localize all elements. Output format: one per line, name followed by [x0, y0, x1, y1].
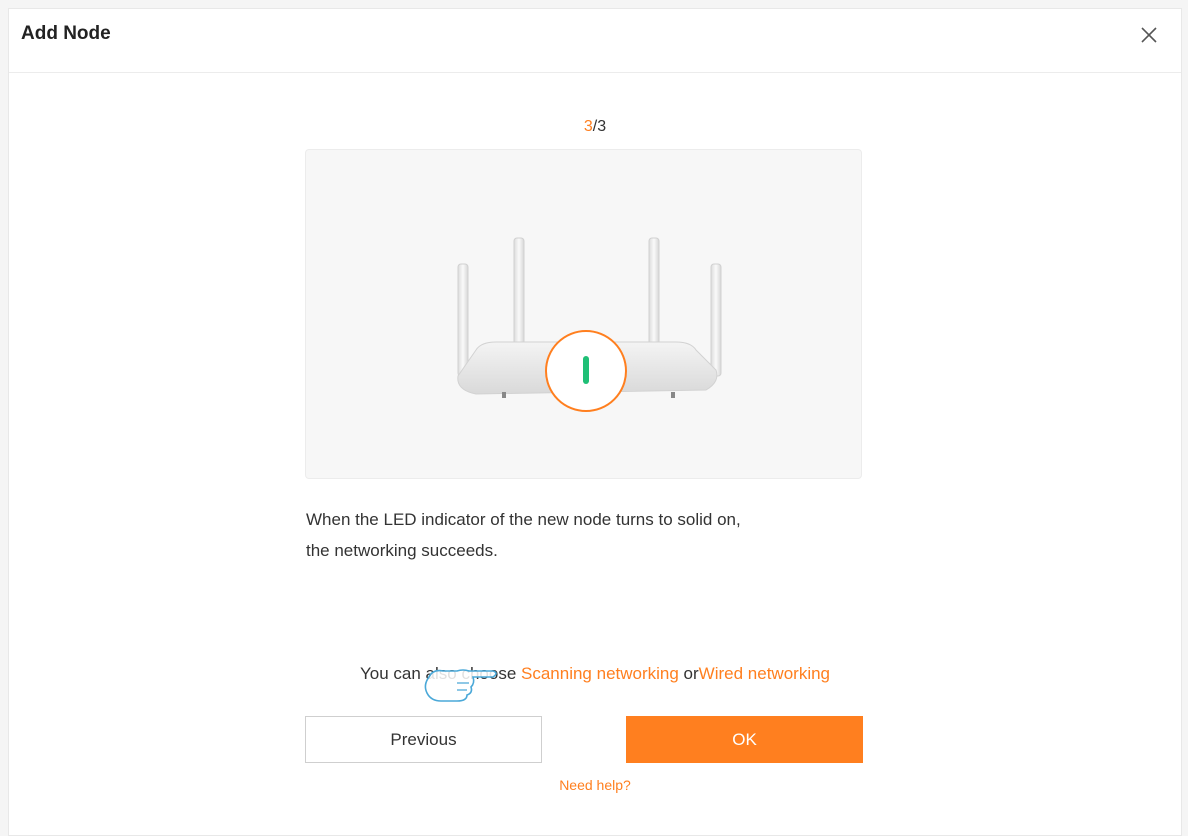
step-total: /3 — [592, 118, 607, 135]
step-current: 3 — [583, 118, 593, 135]
close-icon[interactable] — [1137, 23, 1161, 47]
router-led-icon — [457, 237, 722, 412]
pointing-hand-icon — [417, 659, 499, 708]
need-help-link[interactable]: Need help? — [9, 777, 1181, 793]
wired-networking-link[interactable]: Wired networking — [699, 664, 830, 683]
router-illustration — [305, 149, 862, 479]
ok-button[interactable]: OK — [626, 716, 863, 763]
instruction-line-2: the networking succeeds. — [306, 541, 498, 560]
alternative-or: or — [678, 664, 699, 683]
previous-button[interactable]: Previous — [305, 716, 542, 763]
scanning-networking-link[interactable]: Scanning networking — [521, 664, 679, 683]
dialog-header: Add Node — [9, 9, 1181, 73]
alternative-methods: You can also choose Scanning networking … — [9, 664, 1181, 684]
add-node-dialog: Add Node 3/3 When the LED indicator of t… — [8, 8, 1182, 836]
step-indicator: 3/3 — [9, 118, 1181, 136]
instruction-text: When the LED indicator of the new node t… — [306, 504, 886, 566]
dialog-title: Add Node — [21, 23, 111, 44]
instruction-line-1: When the LED indicator of the new node t… — [306, 510, 741, 529]
